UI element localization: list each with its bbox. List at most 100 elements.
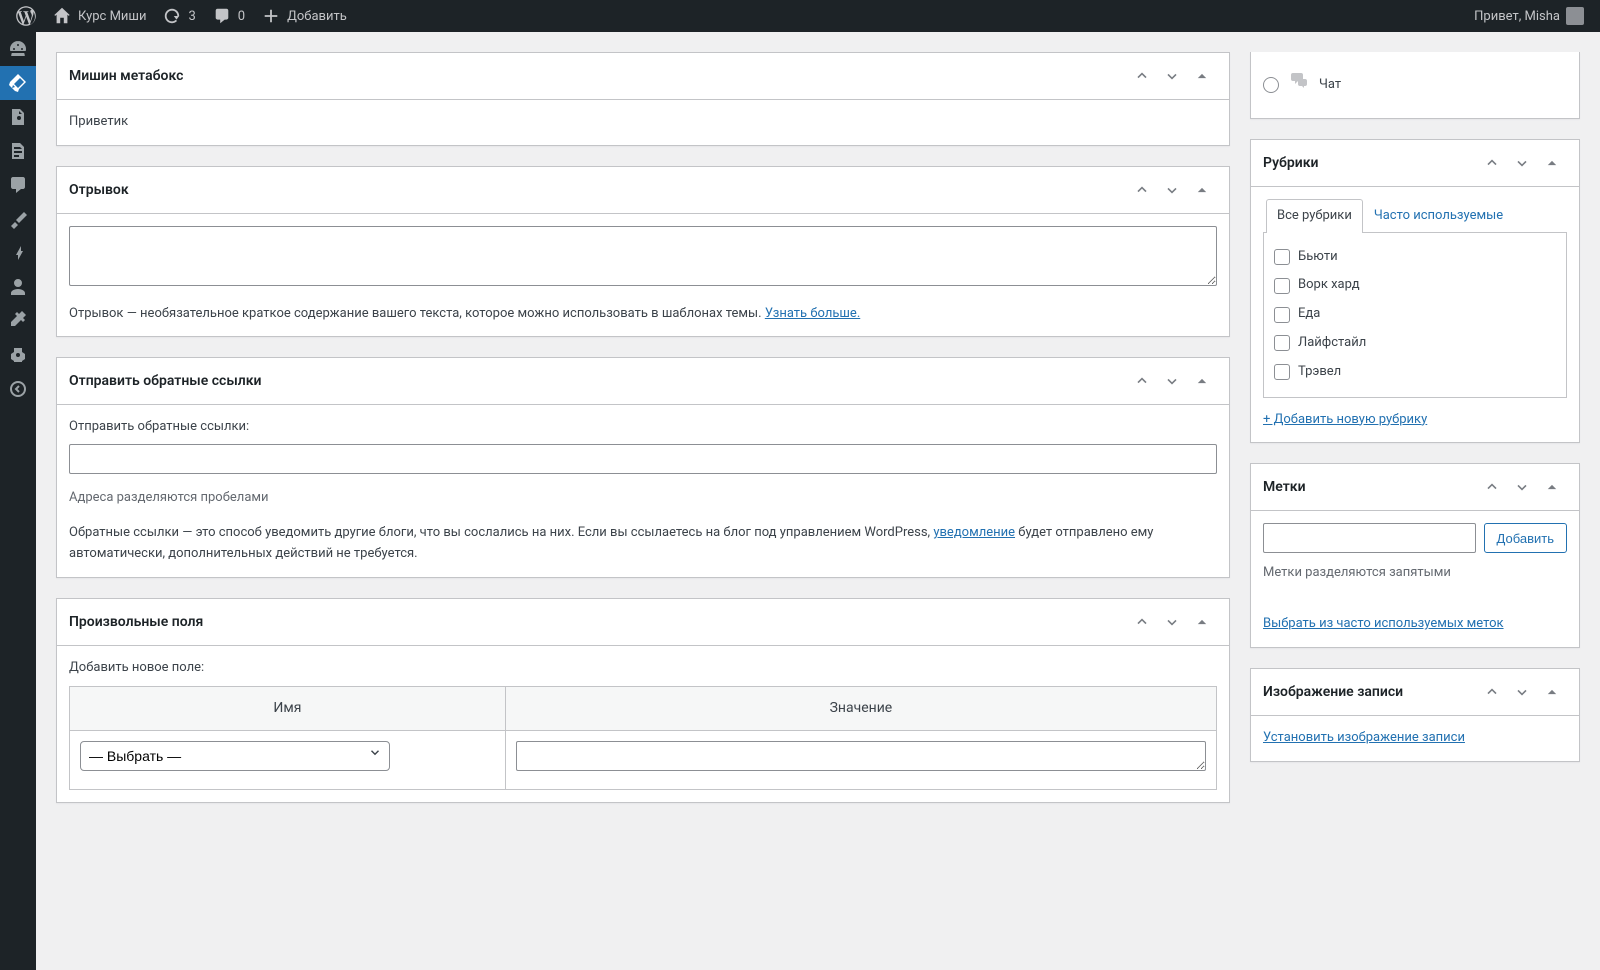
- trackbacks-description: Обратные ссылки — это способ уведомить д…: [69, 523, 1217, 565]
- plus-icon: [261, 6, 281, 26]
- customfields-add-label: Добавить новое поле:: [69, 658, 1217, 679]
- category-checkbox[interactable]: [1274, 335, 1290, 351]
- trackbacks-label: Отправить обратные ссылки:: [69, 417, 1217, 438]
- sidebox-categories: Рубрики Все рубрики Часто используемые Б…: [1250, 139, 1580, 444]
- category-checkbox[interactable]: [1274, 249, 1290, 265]
- metabox-trackbacks: Отправить обратные ссылки Отправить обра…: [56, 357, 1230, 577]
- updates-link[interactable]: 3: [154, 0, 203, 32]
- menu-tools[interactable]: [0, 304, 36, 338]
- metabox-custom-title: Мишин метабокс: [69, 68, 183, 84]
- customfields-name-select[interactable]: — Выбрать —: [80, 741, 390, 771]
- col-value: Значение: [505, 687, 1216, 730]
- categories-panel: Бьюти Ворк хард Еда Лайфстайл Трэвел: [1263, 232, 1567, 398]
- add-new-label: Добавить: [287, 9, 347, 24]
- format-chat-radio[interactable]: [1263, 77, 1279, 93]
- toggle-button[interactable]: [1187, 61, 1217, 91]
- categories-title: Рубрики: [1263, 155, 1318, 171]
- home-icon: [52, 6, 72, 26]
- updates-count: 3: [188, 9, 195, 24]
- order-down-button[interactable]: [1157, 175, 1187, 205]
- order-down-button[interactable]: [1507, 677, 1537, 707]
- category-item[interactable]: Бьюти: [1274, 243, 1556, 272]
- tab-frequent-categories[interactable]: Часто используемые: [1363, 199, 1514, 233]
- toggle-button[interactable]: [1537, 677, 1567, 707]
- my-account-link[interactable]: Привет, Misha: [1466, 0, 1592, 32]
- menu-collapse[interactable]: [0, 372, 36, 406]
- trackbacks-input[interactable]: [69, 444, 1217, 474]
- order-up-button[interactable]: [1127, 61, 1157, 91]
- refresh-icon: [162, 6, 182, 26]
- admin-sidebar: [0, 32, 36, 970]
- metabox-custom-content: Приветик: [57, 100, 1229, 145]
- sidebox-tags: Метки Добавить Метки разделяются запятым…: [1250, 463, 1580, 648]
- category-checkbox[interactable]: [1274, 278, 1290, 294]
- order-up-button[interactable]: [1127, 175, 1157, 205]
- order-down-button[interactable]: [1507, 472, 1537, 502]
- excerpt-learn-more-link[interactable]: Узнать больше.: [765, 306, 860, 321]
- tags-hint: Метки разделяются запятыми: [1263, 563, 1567, 584]
- comments-link[interactable]: 0: [204, 0, 253, 32]
- toggle-button[interactable]: [1537, 472, 1567, 502]
- avatar: [1566, 7, 1584, 25]
- order-up-button[interactable]: [1477, 148, 1507, 178]
- category-item[interactable]: Лайфстайл: [1274, 329, 1556, 358]
- tab-all-categories[interactable]: Все рубрики: [1266, 199, 1363, 233]
- menu-dashboard[interactable]: [0, 32, 36, 66]
- metabox-customfields-title: Произвольные поля: [69, 614, 203, 630]
- sidebox-featured-image: Изображение записи Установить изображени…: [1250, 668, 1580, 762]
- metabox-trackbacks-title: Отправить обратные ссылки: [69, 373, 262, 389]
- menu-media[interactable]: [0, 100, 36, 134]
- order-up-button[interactable]: [1477, 677, 1507, 707]
- excerpt-description: Отрывок — необязательное краткое содержа…: [69, 304, 1217, 325]
- menu-users[interactable]: [0, 270, 36, 304]
- customfields-value-textarea[interactable]: [516, 741, 1206, 771]
- metabox-custom: Мишин метабокс Приветик: [56, 52, 1230, 146]
- site-name-link[interactable]: Курс Миши: [44, 0, 154, 32]
- tags-input[interactable]: [1263, 523, 1476, 553]
- menu-pages[interactable]: [0, 134, 36, 168]
- order-down-button[interactable]: [1157, 366, 1187, 396]
- add-tag-button[interactable]: Добавить: [1484, 523, 1567, 553]
- toggle-button[interactable]: [1537, 148, 1567, 178]
- order-down-button[interactable]: [1157, 61, 1187, 91]
- menu-plugins[interactable]: [0, 236, 36, 270]
- order-up-button[interactable]: [1127, 607, 1157, 637]
- trackbacks-hint: Адреса разделяются пробелами: [69, 488, 1217, 509]
- admin-bar: Курс Миши 3 0 Добавить Привет, Misha: [0, 0, 1600, 32]
- format-chat-label: Чат: [1319, 75, 1341, 96]
- category-item[interactable]: Трэвел: [1274, 358, 1556, 387]
- wordpress-icon: [16, 6, 36, 26]
- comment-icon: [212, 6, 232, 26]
- category-checkbox[interactable]: [1274, 307, 1290, 323]
- col-name: Имя: [70, 687, 506, 730]
- category-item[interactable]: Ворк хард: [1274, 271, 1556, 300]
- order-up-button[interactable]: [1127, 366, 1157, 396]
- toggle-button[interactable]: [1187, 607, 1217, 637]
- metabox-excerpt-title: Отрывок: [69, 182, 129, 198]
- menu-posts[interactable]: [0, 66, 36, 100]
- order-down-button[interactable]: [1157, 607, 1187, 637]
- category-item[interactable]: Еда: [1274, 300, 1556, 329]
- set-featured-image-link[interactable]: Установить изображение записи: [1263, 730, 1465, 745]
- metabox-excerpt: Отрывок Отрывок — необязательное краткое…: [56, 166, 1230, 338]
- site-title: Курс Миши: [78, 9, 146, 24]
- toggle-button[interactable]: [1187, 175, 1217, 205]
- tags-title: Метки: [1263, 479, 1306, 495]
- order-up-button[interactable]: [1477, 472, 1507, 502]
- trackbacks-info-link[interactable]: уведомление: [933, 525, 1015, 540]
- menu-settings[interactable]: [0, 338, 36, 372]
- featured-title: Изображение записи: [1263, 684, 1403, 700]
- customfields-table: Имя Значение — Выбрать —: [69, 686, 1217, 789]
- add-new-link[interactable]: Добавить: [253, 0, 355, 32]
- menu-comments[interactable]: [0, 168, 36, 202]
- add-category-link[interactable]: + Добавить новую рубрику: [1263, 410, 1427, 431]
- frequent-tags-link[interactable]: Выбрать из часто используемых меток: [1263, 616, 1504, 631]
- menu-appearance[interactable]: [0, 202, 36, 236]
- metabox-customfields: Произвольные поля Добавить новое поле: И…: [56, 598, 1230, 803]
- wp-logo[interactable]: [8, 0, 44, 32]
- howdy-text: Привет, Misha: [1474, 9, 1560, 24]
- excerpt-textarea[interactable]: [69, 226, 1217, 286]
- toggle-button[interactable]: [1187, 366, 1217, 396]
- order-down-button[interactable]: [1507, 148, 1537, 178]
- category-checkbox[interactable]: [1274, 364, 1290, 380]
